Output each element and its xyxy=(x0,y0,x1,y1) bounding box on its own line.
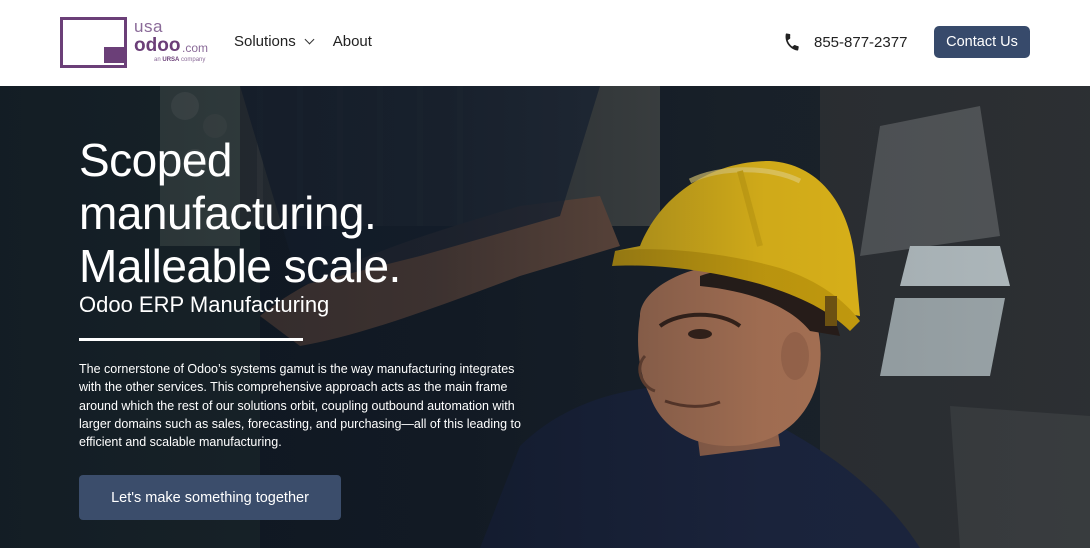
hero-section: Scoped manufacturing. Malleable scale. O… xyxy=(0,86,1090,548)
nav-item-about[interactable]: About xyxy=(333,33,372,50)
logo-tagline-prefix: an xyxy=(154,57,161,63)
nav-item-label: About xyxy=(332,33,372,50)
phone-icon xyxy=(785,33,799,51)
hero-title-line: Malleable scale. xyxy=(79,240,401,292)
logo-text-odoo: odoo xyxy=(134,35,181,56)
logo-tagline-brand: URSA xyxy=(162,57,180,63)
nav-item-solutions[interactable]: Solutions xyxy=(234,33,315,50)
phone-number: 855-877-2377 xyxy=(814,33,908,51)
hero-title: Scoped manufacturing. Malleable scale. xyxy=(79,134,639,293)
nav-item-label: Solutions xyxy=(234,33,296,50)
site-header: usa odoo .com an URSA company Solutions … xyxy=(0,0,1090,86)
main-nav: Solutions About xyxy=(234,33,372,50)
hero-divider xyxy=(79,338,303,341)
logo-mark-fill xyxy=(104,47,124,63)
hero-description: The cornerstone of Odoo’s systems gamut … xyxy=(79,362,521,450)
contact-us-button[interactable]: Contact Us xyxy=(934,26,1030,58)
logo-text-usa: usa xyxy=(134,17,163,36)
phone-link[interactable]: 855-877-2377 xyxy=(782,32,907,52)
hero-title-line: Scoped xyxy=(79,134,233,186)
logo-tagline-suffix: company xyxy=(181,57,206,63)
usaodoo-logo[interactable]: usa odoo .com an URSA company xyxy=(60,15,210,71)
cta-button[interactable]: Let's make something together xyxy=(79,475,341,520)
hero-subtitle: Odoo ERP Manufacturing xyxy=(79,292,330,317)
logo-text-com: .com xyxy=(182,41,209,55)
chevron-down-icon xyxy=(304,34,315,45)
hero-title-line: manufacturing. xyxy=(79,187,377,239)
logo-tagline: an URSA company xyxy=(154,57,205,63)
